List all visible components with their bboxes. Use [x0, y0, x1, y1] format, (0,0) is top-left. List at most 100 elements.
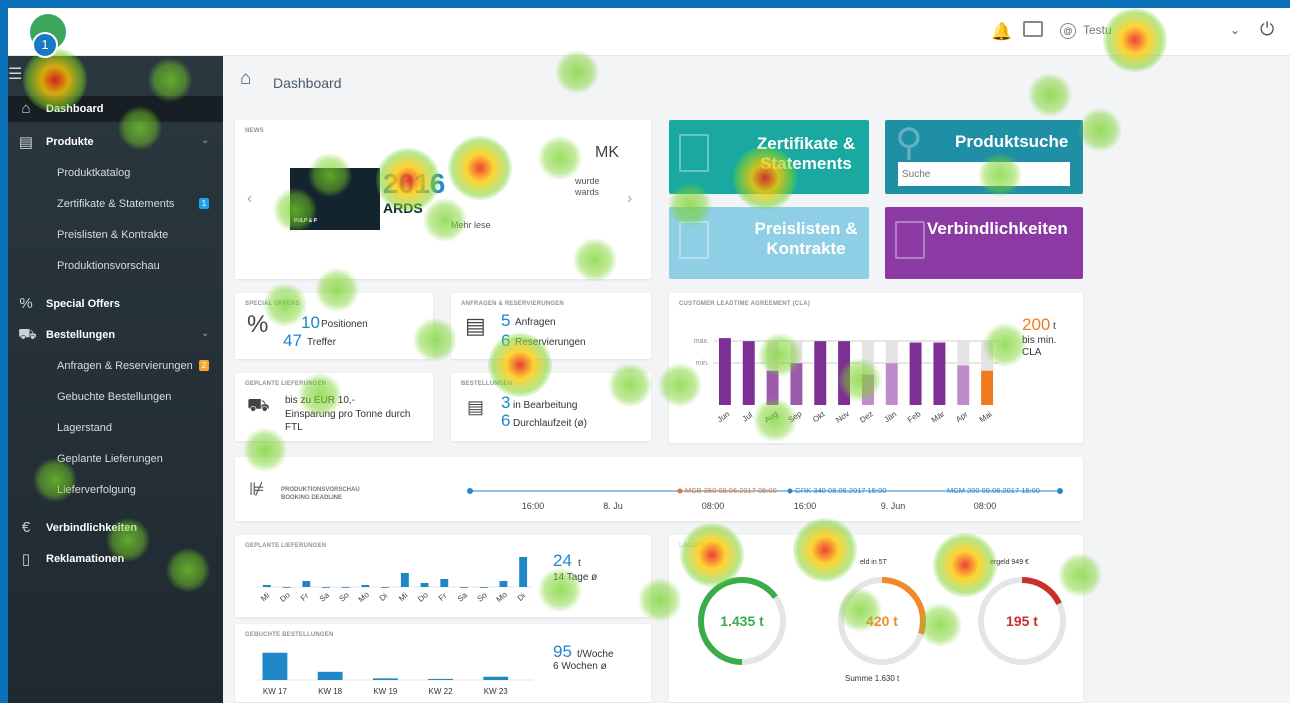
- cla-sub: bis min.: [1022, 335, 1057, 346]
- planned-deliveries-card[interactable]: GEPLANTE LIEFERUNGEN ⛟ bis zu EUR 10,- E…: [235, 373, 433, 441]
- percent-icon: %: [19, 295, 33, 312]
- planned-sub: 14 Tage ø: [553, 572, 598, 583]
- savings-text: bis zu EUR 10,-: [285, 395, 356, 406]
- sidebar-item-special-offers[interactable]: % Special Offers: [8, 291, 223, 317]
- document-icon: ▯: [21, 551, 31, 568]
- tile-zertifikate[interactable]: Zertifikate & Statements: [669, 120, 869, 194]
- x-tick-label: Mär: [930, 409, 947, 424]
- sidebar-item-produkte[interactable]: ▤ Produkte ⌄: [8, 129, 223, 155]
- planned-deliveries-chart-card[interactable]: GEPLANTE LIEFERUNGEN Mi Do Fr Sa So Mo Di Mi Do F…: [235, 535, 651, 617]
- user-name[interactable]: Testu: [1083, 23, 1112, 37]
- time-label: 8. Ju: [603, 501, 623, 511]
- cla-unit: t: [1053, 321, 1056, 332]
- news-image[interactable]: PULP & P: [290, 168, 380, 230]
- booked-value: 95: [553, 642, 572, 661]
- x-tick-label: Mo: [495, 590, 510, 604]
- stock-card[interactable]: LAGERSTAND eld in 5T ergeld 949 € 1.435 …: [669, 535, 1083, 702]
- x-tick-label: Okt: [811, 409, 827, 424]
- sidebar-item-produktionsvorschau[interactable]: Produktionsvorschau: [8, 253, 223, 279]
- tile-verbindlichkeiten[interactable]: Verbindlichkeiten: [885, 207, 1083, 279]
- news-heading: MK: [595, 144, 619, 161]
- delivery-bar: [302, 581, 311, 587]
- booked-bar: [483, 676, 509, 680]
- cla-bar: [885, 363, 898, 405]
- sidebar-item-label: Zertifikate & Statements: [57, 198, 175, 210]
- sidebar-item-gebuchte[interactable]: Gebuchte Bestellungen: [8, 384, 223, 410]
- sidebar-item-label: Special Offers: [46, 298, 120, 310]
- cla-card[interactable]: CUSTOMER LEADTIME AGREEMENT (CLA) max. mi…: [669, 293, 1083, 443]
- delivery-bar: [460, 587, 468, 588]
- x-tick-label: Sa: [456, 590, 470, 604]
- delivery-bar: [440, 579, 449, 587]
- event-label: MCM 200 09.06.2017 15:00: [947, 486, 1040, 495]
- special-offers-card[interactable]: SPECIAL OFFERS % 10 Positionen 47 Treffe…: [235, 293, 433, 359]
- sidebar-item-preislisten[interactable]: Preislisten & Kontrakte: [8, 222, 223, 248]
- menu-toggle-icon[interactable]: ☰: [8, 64, 22, 84]
- cla-value: 200: [1022, 315, 1051, 334]
- percent-icon: %: [247, 311, 269, 338]
- x-tick-label: Mi: [259, 591, 271, 603]
- message-icon[interactable]: [1023, 21, 1043, 37]
- news-awards: ARDS: [383, 200, 423, 216]
- timeline-start: [467, 488, 473, 494]
- event-marker: [677, 488, 683, 494]
- lead-time-label: Durchlaufzeit (ø): [513, 418, 587, 429]
- timeline-end: [1057, 488, 1063, 494]
- timeline-card[interactable]: ⊯ PRODUKTIONSVORSCHAU BOOKING DEADLINE M…: [235, 457, 1083, 521]
- sidebar-item-lieferverfolgung[interactable]: Lieferverfolgung: [8, 477, 223, 503]
- card-title: GEPLANTE LIEFERUNGEN: [245, 381, 327, 387]
- delivery-bar: [322, 587, 330, 588]
- power-icon[interactable]: ⏻: [1260, 19, 1274, 40]
- in-progress-count: 3: [501, 393, 511, 412]
- requests-card[interactable]: ANFRAGEN & RESERVIERUNGEN ▤ 5 Anfragen 6…: [451, 293, 651, 359]
- sidebar-item-dashboard[interactable]: ⌂ Dashboard: [8, 96, 223, 122]
- sidebar-item-produktkatalog[interactable]: Produktkatalog: [8, 160, 223, 186]
- chevron-down-icon[interactable]: ⌄: [201, 328, 209, 339]
- sidebar-item-zertifikate[interactable]: Zertifikate & Statements 1: [8, 191, 223, 217]
- time-label: 08:00: [702, 501, 725, 511]
- sidebar-item-verbindlichkeiten[interactable]: € Verbindlichkeiten: [8, 515, 223, 541]
- cla-sub: CLA: [1022, 347, 1042, 358]
- x-tick-label: So: [475, 590, 489, 604]
- chevron-right-icon[interactable]: ›: [627, 190, 632, 208]
- booked-orders-card[interactable]: GEBUCHTE BESTELLUNGEN KW 17 KW 18 KW 19 KW …: [235, 624, 651, 702]
- sidebar-item-reklamationen[interactable]: ▯ Reklamationen: [8, 546, 223, 572]
- cla-bar: [957, 365, 970, 405]
- search-input[interactable]: [898, 162, 1070, 186]
- planned-deliveries-chart: Mi Do Fr Sa So Mo Di Mi Do Fr Sa So Mo Di: [257, 557, 533, 604]
- max-label: max.: [694, 338, 709, 345]
- tile-label: Verbindlichkeiten: [927, 219, 1068, 238]
- sidebar-item-lagerstand[interactable]: Lagerstand: [8, 415, 223, 441]
- bell-icon[interactable]: 🔔: [991, 22, 1012, 42]
- chevron-left-icon[interactable]: ‹: [247, 190, 252, 208]
- x-tick-label: Fr: [299, 591, 311, 603]
- event-label: GRK 340 08.06.2017 15:00: [795, 486, 886, 495]
- delivery-bar: [341, 587, 350, 588]
- orders-status-card[interactable]: BESTELLUNGEN ▤ 3 in Bearbeitung 6 Durchl…: [451, 373, 651, 441]
- chevron-down-icon[interactable]: ⌄: [201, 135, 209, 146]
- time-label: 08:00: [974, 501, 997, 511]
- tile-label: Preislisten & Kontrakte: [754, 219, 858, 258]
- tile-preislisten[interactable]: Preislisten & Kontrakte: [669, 207, 869, 279]
- sidebar-item-bestellungen[interactable]: ⛟ Bestellungen ⌄: [8, 322, 223, 348]
- read-more-link[interactable]: Mehr lese: [451, 220, 491, 230]
- x-tick-label: Mai: [978, 409, 994, 424]
- sidebar-item-label: Dashboard: [46, 103, 104, 115]
- chevron-down-icon[interactable]: ⌄: [1230, 23, 1240, 37]
- x-tick-label: Jul: [741, 410, 755, 423]
- time-label: 16:00: [522, 501, 545, 511]
- news-year: 2016: [383, 168, 446, 199]
- delivery-bar: [519, 557, 528, 587]
- card-title: NEWS: [245, 128, 264, 134]
- sidebar-item-anfragen[interactable]: Anfragen & Reservierungen 2: [8, 353, 223, 379]
- news-text: wards: [575, 187, 600, 197]
- donut-value: 195 t: [1006, 613, 1038, 629]
- invoice-icon: [895, 221, 925, 259]
- card-title: SPECIAL OFFERS: [245, 301, 300, 307]
- tile-produktsuche: ⚲ Produktsuche: [885, 120, 1083, 194]
- annotation-marker: 1: [32, 32, 58, 58]
- stock-sum: Summe 1.630 t: [845, 674, 900, 683]
- sidebar-item-label: Produkte: [46, 136, 94, 148]
- home-icon[interactable]: ⌂: [240, 68, 251, 90]
- sidebar-item-geplante[interactable]: Geplante Lieferungen: [8, 446, 223, 472]
